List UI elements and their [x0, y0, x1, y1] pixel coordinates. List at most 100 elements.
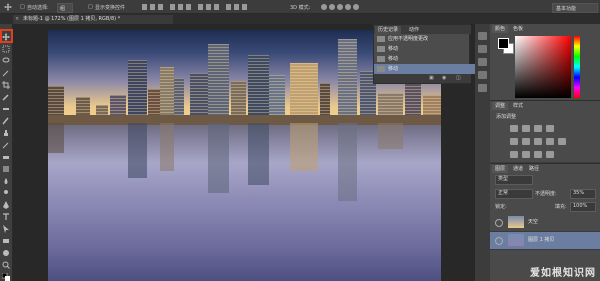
auto-select-checkbox[interactable]: □	[20, 4, 25, 10]
tab-paths[interactable]: 路径	[526, 165, 542, 173]
foreground-color-swatch[interactable]	[498, 38, 509, 49]
layer-thumbnail	[508, 234, 524, 246]
threshold-icon[interactable]	[534, 151, 542, 158]
history-panel: 历史记录 动作 应用不透明度更改 移动 移动 移动 ▣ ◉ ◫	[373, 24, 485, 84]
history-item-icon	[377, 66, 385, 72]
history-item[interactable]: 应用不透明度更改	[374, 34, 485, 44]
history-brush-tool-icon[interactable]	[2, 141, 10, 149]
marquee-tool-icon[interactable]	[2, 45, 10, 53]
crop-tool-icon[interactable]	[2, 81, 10, 89]
info-panel-icon[interactable]	[478, 58, 487, 66]
hand-tool-icon[interactable]	[2, 249, 10, 257]
new-document-icon[interactable]: ▣	[429, 75, 434, 81]
levels-icon[interactable]	[522, 125, 530, 132]
color-balance-icon[interactable]	[534, 138, 542, 145]
zoom-tool-icon[interactable]	[2, 261, 10, 269]
watermark: 爱如根知识网	[530, 268, 596, 279]
tab-actions[interactable]: 动作	[406, 26, 422, 34]
clone-stamp-tool-icon[interactable]	[2, 129, 10, 137]
document-tab-row: 未标题-1 @ 172% (图层 1 拷贝, RGB/8) * ×	[0, 14, 600, 24]
history-item-icon	[377, 36, 385, 42]
foreground-background-swatch[interactable]	[2, 273, 10, 281]
reflection	[208, 123, 229, 193]
layer-kind-filter[interactable]: 类型	[495, 175, 533, 185]
opacity-input[interactable]: 35%	[570, 189, 596, 199]
history-item[interactable]: 移动	[374, 54, 485, 64]
history-item[interactable]: 移动	[374, 44, 485, 54]
exposure-icon[interactable]	[546, 125, 554, 132]
pen-tool-icon[interactable]	[2, 201, 10, 209]
type-tool-icon[interactable]	[2, 213, 10, 221]
eye-icon[interactable]	[495, 237, 503, 245]
posterize-icon[interactable]	[522, 151, 530, 158]
history-panel-header: 历史记录 动作	[374, 25, 471, 34]
invert-icon[interactable]	[510, 151, 518, 158]
brightness-contrast-icon[interactable]	[510, 125, 518, 132]
tab-swatches[interactable]: 色板	[510, 25, 526, 33]
gradient-tool-icon[interactable]	[2, 165, 10, 173]
history-panel-icon[interactable]	[478, 32, 487, 40]
character-panel-icon[interactable]	[478, 71, 487, 79]
reflection	[378, 123, 403, 149]
hue-slider[interactable]	[574, 36, 580, 98]
layer-row-selected[interactable]: 图层 1 拷贝	[490, 232, 600, 250]
actions-panel-icon[interactable]	[478, 45, 487, 53]
highlight-box	[0, 29, 13, 43]
reflection	[248, 123, 269, 185]
curves-icon[interactable]	[534, 125, 542, 132]
vibrance-icon[interactable]	[510, 138, 518, 145]
rectangle-tool-icon[interactable]	[2, 237, 10, 245]
reflection	[48, 123, 64, 153]
layer-row[interactable]: 天空	[490, 214, 600, 232]
dodge-tool-icon[interactable]	[2, 189, 10, 197]
fill-label: 填充:	[555, 204, 567, 210]
eraser-tool-icon[interactable]	[2, 153, 10, 161]
color-field[interactable]	[515, 36, 571, 98]
show-transform-label: 显示变换控件	[95, 5, 126, 11]
building	[290, 63, 318, 123]
building	[128, 60, 147, 123]
history-item-selected[interactable]: 移动	[374, 64, 485, 74]
history-item-icon	[377, 56, 385, 62]
building	[208, 44, 229, 123]
tab-history[interactable]: 历史记录	[375, 26, 402, 34]
blur-tool-icon[interactable]	[2, 177, 10, 185]
close-icon[interactable]: ×	[15, 15, 19, 24]
hue-saturation-icon[interactable]	[522, 138, 530, 145]
black-white-icon[interactable]	[546, 138, 554, 145]
document-tab[interactable]: 未标题-1 @ 172% (图层 1 拷贝, RGB/8) * ×	[13, 15, 173, 24]
auto-select-dropdown[interactable]: 组	[57, 3, 73, 13]
mode-3d-label: 3D 模式:	[290, 5, 311, 11]
workspace-switcher[interactable]: 基本功能	[552, 3, 598, 13]
tab-layers[interactable]: 图层	[492, 165, 509, 173]
gradient-map-icon[interactable]	[546, 151, 554, 158]
move-tool-icon[interactable]	[4, 3, 12, 11]
trash-icon[interactable]: ◫	[456, 75, 461, 81]
building	[338, 39, 357, 123]
lasso-tool-icon[interactable]	[2, 57, 10, 65]
3d-mode-icons[interactable]	[320, 3, 360, 11]
photo-filter-icon[interactable]	[558, 138, 566, 145]
healing-brush-tool-icon[interactable]	[2, 105, 10, 113]
reflection	[128, 123, 147, 178]
show-transform-checkbox[interactable]: □	[88, 4, 93, 10]
eyedropper-tool-icon[interactable]	[2, 93, 10, 101]
tab-styles[interactable]: 样式	[510, 102, 526, 110]
color-panel: 颜色 色板	[490, 24, 600, 100]
path-selection-tool-icon[interactable]	[2, 225, 10, 233]
snapshot-icon[interactable]: ◉	[442, 75, 446, 81]
quick-select-tool-icon[interactable]	[2, 69, 10, 77]
align-buttons[interactable]	[140, 3, 260, 11]
brush-tool-icon[interactable]	[2, 117, 10, 125]
history-panel-footer: ▣ ◉ ◫	[374, 74, 471, 83]
paragraph-panel-icon[interactable]	[478, 84, 487, 92]
fill-input[interactable]: 100%	[570, 202, 596, 212]
tab-channels[interactable]: 通道	[510, 165, 526, 173]
tab-color[interactable]: 颜色	[492, 25, 509, 33]
reflection	[338, 123, 357, 201]
blend-mode-select[interactable]: 正常	[495, 189, 533, 199]
panel-dock	[475, 24, 490, 281]
eye-icon[interactable]	[495, 219, 503, 227]
tab-adjustments[interactable]: 调整	[492, 102, 509, 110]
adjustments-panel: 调整 样式 添加调整	[490, 100, 600, 162]
